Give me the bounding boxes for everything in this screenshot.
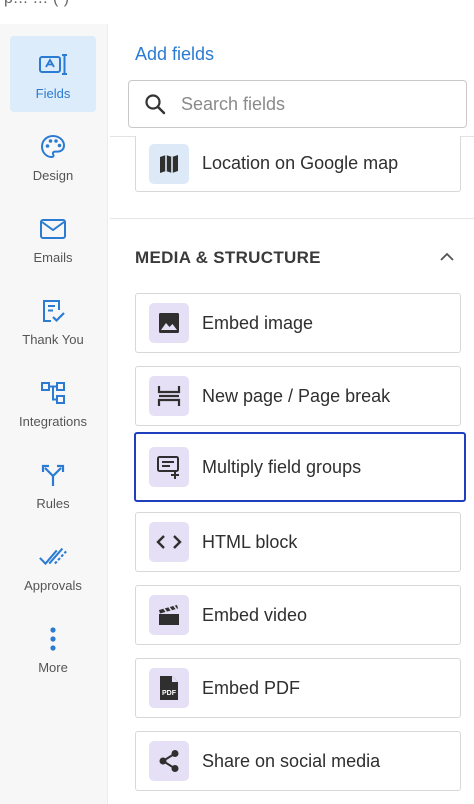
share-icon bbox=[149, 741, 189, 781]
chevron-up-icon[interactable] bbox=[432, 242, 462, 272]
video-icon bbox=[149, 595, 189, 635]
sidebar-item-label: Design bbox=[32, 168, 74, 183]
field-label: Multiply field groups bbox=[202, 456, 362, 477]
sidebar-item-label: Fields bbox=[35, 86, 71, 101]
sidebar-item-integrations[interactable]: Integrations bbox=[10, 364, 96, 440]
sidebar: Fields Design Emails Thank You Integrati… bbox=[0, 24, 108, 804]
map-icon bbox=[149, 143, 189, 184]
section-divider bbox=[110, 218, 474, 219]
sidebar-item-approvals[interactable]: Approvals bbox=[10, 528, 96, 604]
page-break-icon bbox=[149, 376, 189, 416]
integrations-icon bbox=[38, 378, 68, 408]
mail-icon bbox=[38, 214, 68, 244]
field-embed-image[interactable]: Embed image bbox=[135, 293, 461, 353]
field-label: New page / Page break bbox=[202, 385, 391, 406]
field-label: Location on Google map bbox=[202, 153, 399, 173]
top-cut-off-header: p... ... ( ) bbox=[0, 0, 474, 24]
field-label: Embed video bbox=[202, 604, 308, 625]
field-new-page-break[interactable]: New page / Page break bbox=[135, 366, 461, 426]
search-box[interactable] bbox=[128, 80, 467, 128]
sidebar-item-emails[interactable]: Emails bbox=[10, 200, 96, 276]
field-multiply-field-groups[interactable]: Multiply field groups bbox=[134, 432, 466, 502]
pdf-icon: PDF bbox=[149, 668, 189, 708]
field-group-icon bbox=[149, 447, 189, 487]
palette-icon bbox=[38, 132, 68, 162]
sidebar-item-label: Approvals bbox=[24, 578, 82, 593]
add-fields-panel: Add fields Location on Google map MEDIA … bbox=[110, 24, 474, 804]
section-title-media-structure: MEDIA & STRUCTURE bbox=[135, 248, 321, 267]
sidebar-item-label: Integrations bbox=[19, 414, 87, 429]
sidebar-item-label: Thank You bbox=[22, 332, 84, 347]
image-icon bbox=[149, 303, 189, 343]
field-embed-pdf[interactable]: PDF Embed PDF bbox=[135, 658, 461, 718]
field-location-google-map[interactable]: Location on Google map bbox=[135, 136, 461, 192]
rules-icon bbox=[38, 460, 68, 490]
field-label: Embed image bbox=[202, 312, 314, 333]
search-icon bbox=[129, 93, 181, 115]
field-embed-video[interactable]: Embed video bbox=[135, 585, 461, 645]
field-label: HTML block bbox=[202, 531, 298, 552]
sidebar-item-design[interactable]: Design bbox=[10, 118, 96, 194]
cut-off-header-text: p... ... ( ) bbox=[4, 0, 70, 8]
sidebar-item-more[interactable]: More bbox=[10, 610, 96, 686]
sidebar-item-label: Rules bbox=[36, 496, 70, 511]
approvals-icon bbox=[38, 542, 68, 572]
sidebar-item-thank-you[interactable]: Thank You bbox=[10, 282, 96, 358]
sidebar-item-rules[interactable]: Rules bbox=[10, 446, 96, 522]
sidebar-item-label: More bbox=[38, 660, 68, 675]
field-share-social-media[interactable]: Share on social media bbox=[135, 731, 461, 791]
fields-icon bbox=[38, 50, 68, 80]
search-input[interactable] bbox=[181, 93, 441, 115]
sidebar-item-fields[interactable]: Fields bbox=[10, 36, 96, 112]
thank-you-icon bbox=[38, 296, 68, 326]
field-html-block[interactable]: HTML block bbox=[135, 512, 461, 572]
field-label: Share on social media bbox=[202, 750, 381, 771]
svg-text:PDF: PDF bbox=[162, 690, 177, 697]
field-label: Embed PDF bbox=[202, 677, 301, 698]
code-icon bbox=[149, 522, 189, 562]
sidebar-item-label: Emails bbox=[33, 250, 73, 265]
more-icon bbox=[38, 624, 68, 654]
panel-title: Add fields bbox=[135, 44, 215, 64]
